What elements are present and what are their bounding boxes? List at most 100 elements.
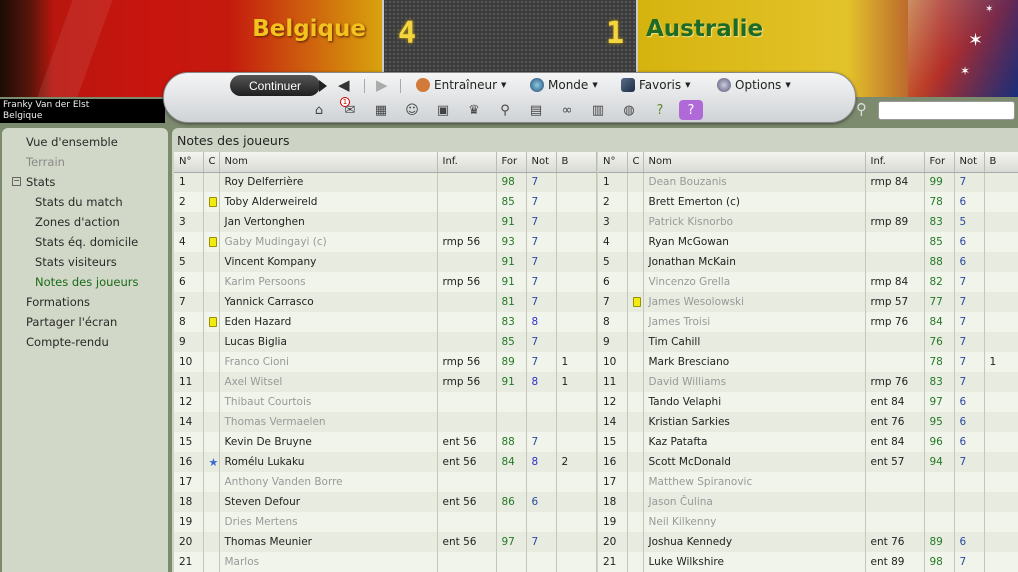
- table-row[interactable]: 7 James Wesolowski rmp 57 77 7: [598, 292, 1018, 312]
- tactics-icon[interactable]: ▣: [431, 100, 455, 120]
- column-header[interactable]: For: [924, 152, 955, 173]
- table-row[interactable]: 19 Neil Kilkenny: [598, 512, 1018, 532]
- table-row[interactable]: 20 Thomas Meunier ent 56 97 7: [174, 532, 597, 552]
- table-row[interactable]: 1 Dean Bouzanis rmp 84 99 7: [598, 172, 1018, 192]
- table-row[interactable]: 7 Yannick Carrasco 81 7: [174, 292, 597, 312]
- sidebar-item-stats-away[interactable]: Stats visiteurs: [2, 253, 168, 273]
- table-row[interactable]: 2 Brett Emerton (c) 78 6: [598, 192, 1018, 212]
- table-row[interactable]: 15 Kevin De Bruyne ent 56 88 7: [174, 432, 597, 452]
- player-goals: [984, 192, 1018, 212]
- table-row[interactable]: 12 Tando Velaphi ent 84 97 6: [598, 392, 1018, 412]
- sidebar-item-stats-match[interactable]: Stats du match: [2, 193, 168, 213]
- card-cell: [627, 212, 644, 232]
- menu-entraineur[interactable]: Entraîneur ▼: [416, 78, 506, 92]
- calendar-icon[interactable]: ▦: [369, 100, 393, 120]
- trophy-icon[interactable]: ♛: [462, 100, 486, 120]
- table-row[interactable]: 4 Gaby Mudingayi (c) rmp 56 93 7: [174, 232, 597, 252]
- table-row[interactable]: 9 Lucas Biglia 85 7: [174, 332, 597, 352]
- table-row[interactable]: 11 Axel Witsel rmp 56 91 8 1: [174, 372, 597, 392]
- table-row[interactable]: 10 Mark Bresciano 78 7 1: [598, 352, 1018, 372]
- menu-options[interactable]: Options ▼: [717, 78, 791, 92]
- card-cell: [627, 512, 644, 532]
- table-row[interactable]: 18 Jason Čulina: [598, 492, 1018, 512]
- forward-arrow-icon[interactable]: ▶: [376, 76, 388, 94]
- table-row[interactable]: 8 James Troisi rmp 76 84 7: [598, 312, 1018, 332]
- table-row[interactable]: 10 Franco Cioni rmp 56 89 7 1: [174, 352, 597, 372]
- table-row[interactable]: 17 Anthony Vanden Borre: [174, 472, 597, 492]
- column-header[interactable]: C: [203, 152, 220, 173]
- player-form: 89: [496, 352, 527, 372]
- menu-monde[interactable]: Monde ▼: [530, 78, 598, 92]
- column-header[interactable]: B: [984, 152, 1018, 173]
- player-form: 91: [496, 272, 527, 292]
- table-row[interactable]: 14 Kristian Sarkies ent 76 95 6: [598, 412, 1018, 432]
- table-row[interactable]: 5 Jonathan McKain 88 6: [598, 252, 1018, 272]
- table-row[interactable]: 11 David Williams rmp 76 83 7: [598, 372, 1018, 392]
- table-row[interactable]: 1 Roy Delferrière 98 7: [174, 172, 597, 192]
- player-name: Ryan McGowan: [643, 232, 866, 252]
- sidebar-item-vue-ensemble[interactable]: Vue d'ensemble: [2, 133, 168, 153]
- globe-world-icon[interactable]: ◍: [617, 100, 641, 120]
- sidebar-item-stats[interactable]: − Stats: [2, 173, 168, 193]
- column-header[interactable]: Not: [526, 152, 557, 173]
- scout-icon[interactable]: ⚲: [493, 100, 517, 120]
- home-icon[interactable]: ⌂: [307, 100, 331, 120]
- column-header[interactable]: Nom: [643, 152, 866, 173]
- table-row[interactable]: 18 Steven Defour ent 56 86 6: [174, 492, 597, 512]
- continue-button[interactable]: Continuer: [230, 75, 327, 96]
- back-arrow-icon[interactable]: ◀: [338, 76, 350, 94]
- player-number: 20: [598, 532, 628, 552]
- report-icon[interactable]: ▥: [586, 100, 610, 120]
- column-header[interactable]: For: [496, 152, 527, 173]
- sidebar-item-player-ratings[interactable]: Notes des joueurs: [2, 273, 168, 293]
- search-input[interactable]: [878, 101, 1015, 120]
- table-row[interactable]: 9 Tim Cahill 76 7: [598, 332, 1018, 352]
- table-row[interactable]: 21 Luke Wilkshire ent 89 98 7: [598, 552, 1018, 572]
- search-icon[interactable]: ⚲: [856, 100, 867, 118]
- table-row[interactable]: 3 Patrick Kisnorbo rmp 89 83 5: [598, 212, 1018, 232]
- help-icon[interactable]: ?: [648, 100, 672, 120]
- question-icon[interactable]: ?: [679, 100, 703, 120]
- player-info: [437, 552, 497, 572]
- table-row[interactable]: 19 Dries Mertens: [174, 512, 597, 532]
- player-rating: 8: [526, 372, 557, 392]
- table-row[interactable]: 20 Joshua Kennedy ent 76 89 6: [598, 532, 1018, 552]
- table-row[interactable]: 12 Thibaut Courtois: [174, 392, 597, 412]
- sidebar-item-split-screen[interactable]: Partager l'écran: [2, 313, 168, 333]
- player-form: 94: [924, 452, 955, 472]
- binoculars-icon[interactable]: ∞: [555, 100, 579, 120]
- inbox-icon[interactable]: ✉ 1: [338, 97, 362, 120]
- column-header[interactable]: N°: [598, 152, 628, 173]
- table-row[interactable]: 21 Marlos: [174, 552, 597, 572]
- sidebar-item-zones-action[interactable]: Zones d'action: [2, 213, 168, 233]
- sidebar-item-stats-home[interactable]: Stats éq. domicile: [2, 233, 168, 253]
- player-name: Matthew Spiranovic: [643, 472, 866, 492]
- table-row[interactable]: 6 Vincenzo Grella rmp 84 82 7: [598, 272, 1018, 292]
- card-cell: [627, 332, 644, 352]
- column-header[interactable]: N°: [174, 152, 204, 173]
- table-row[interactable]: 15 Kaz Patafta ent 84 96 6: [598, 432, 1018, 452]
- sidebar-item-report[interactable]: Compte-rendu: [2, 333, 168, 353]
- table-row[interactable]: 8 Eden Hazard 83 8: [174, 312, 597, 332]
- table-row[interactable]: 16 Scott McDonald ent 57 94 7: [598, 452, 1018, 472]
- table-row[interactable]: 14 Thomas Vermaelen: [174, 412, 597, 432]
- collapse-toggle-icon[interactable]: −: [12, 177, 21, 186]
- menu-favoris[interactable]: Favoris ▼: [621, 78, 691, 92]
- column-header[interactable]: Inf.: [865, 152, 925, 173]
- table-row[interactable]: 4 Ryan McGowan 85 6: [598, 232, 1018, 252]
- table-row[interactable]: 2 Toby Alderweireld 85 7: [174, 192, 597, 212]
- column-header[interactable]: Inf.: [437, 152, 497, 173]
- player-name: Gaby Mudingayi (c): [219, 232, 438, 252]
- column-header[interactable]: Not: [954, 152, 985, 173]
- table-row[interactable]: 6 Karim Persoons rmp 56 91 7: [174, 272, 597, 292]
- table-row[interactable]: 5 Vincent Kompany 91 7: [174, 252, 597, 272]
- notes-icon[interactable]: ▤: [524, 100, 548, 120]
- sidebar-item-formations[interactable]: Formations: [2, 293, 168, 313]
- column-header[interactable]: C: [627, 152, 644, 173]
- column-header[interactable]: Nom: [219, 152, 438, 173]
- table-row[interactable]: 16 ★ Romélu Lukaku ent 56 84 8 2: [174, 452, 597, 472]
- table-row[interactable]: 3 Jan Vertonghen 91 7: [174, 212, 597, 232]
- squad-icon[interactable]: ☺: [400, 100, 424, 120]
- table-row[interactable]: 17 Matthew Spiranovic: [598, 472, 1018, 492]
- column-header[interactable]: B: [556, 152, 597, 173]
